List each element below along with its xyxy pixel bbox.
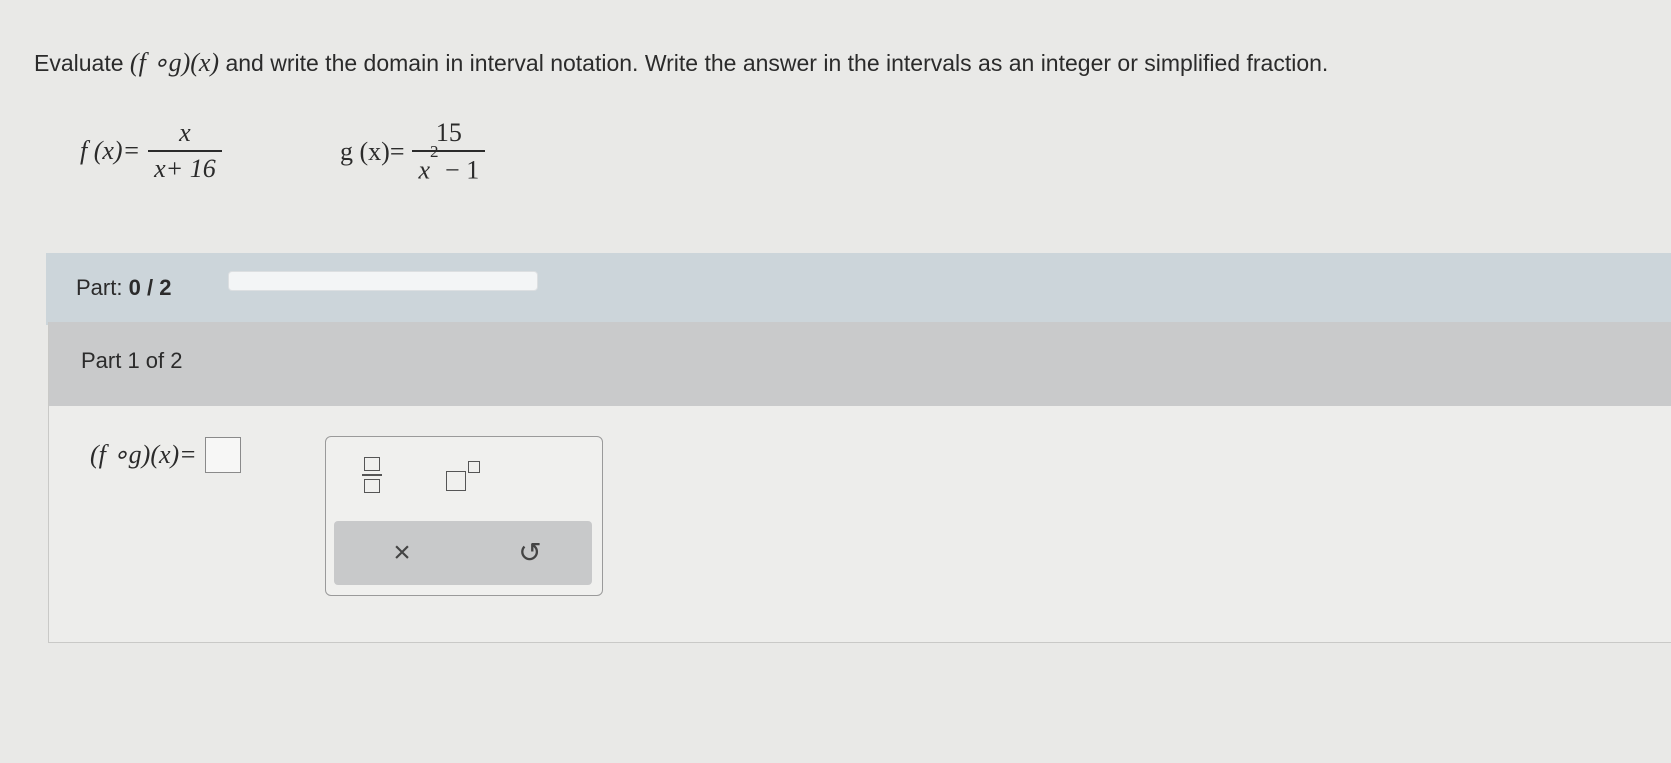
f-numerator: x (179, 118, 191, 147)
g-definition: g (x)= 15 x2 − 1 (340, 118, 486, 186)
f-fraction: x x+ 16 (148, 118, 222, 184)
numerator-box-icon (364, 457, 380, 471)
exponent-icon[interactable] (438, 455, 482, 495)
question-instructions: and write the domain in interval notatio… (219, 50, 1329, 76)
answer-row: (f ∘g)(x)= (90, 437, 241, 473)
f-lhs: f (x)= (80, 136, 141, 165)
part-label-text: Part: (76, 275, 123, 300)
question-lead: Evaluate (34, 50, 130, 76)
g-denominator-exponent: 2 (430, 142, 439, 161)
panel-header: Part 1 of 2 (49, 322, 1671, 406)
g-denominator: x2 − 1 (412, 142, 485, 186)
power-box-icon (468, 461, 480, 473)
part-progress-label: Part: 0 / 2 (76, 275, 171, 301)
g-lhs: g (x)= (340, 136, 405, 166)
question-text: Evaluate (f ∘g)(x) and write the domain … (34, 48, 1654, 78)
g-fraction: 15 x2 − 1 (412, 118, 486, 186)
part-total: 2 (159, 275, 172, 300)
denominator-box-icon (364, 479, 380, 493)
f-denominator: x+ 16 (154, 154, 216, 183)
part-progress-bar: Part: 0 / 2 (46, 253, 1671, 325)
g-denominator-rest: − 1 (438, 155, 480, 185)
math-palette: × ↺ (325, 436, 603, 596)
g-denominator-base: x (418, 155, 431, 185)
part-separator: / (140, 275, 160, 300)
fraction-line-icon (362, 474, 382, 476)
progress-track (228, 271, 538, 291)
answer-lhs: (f ∘g)(x)= (90, 440, 197, 469)
composition-expression: (f ∘g)(x) (129, 48, 220, 77)
clear-icon[interactable]: × (382, 533, 422, 573)
base-box-icon (446, 471, 466, 491)
fraction-icon[interactable] (356, 453, 390, 497)
undo-icon[interactable]: ↺ (510, 533, 550, 573)
part-1-panel: Part 1 of 2 (48, 322, 1671, 643)
answer-input[interactable] (204, 437, 241, 473)
palette-actions: × ↺ (334, 521, 592, 585)
panel-title: Part 1 of 2 (81, 348, 183, 373)
part-current: 0 (128, 275, 141, 300)
f-definition: f (x)= x x+ 16 (80, 118, 222, 184)
